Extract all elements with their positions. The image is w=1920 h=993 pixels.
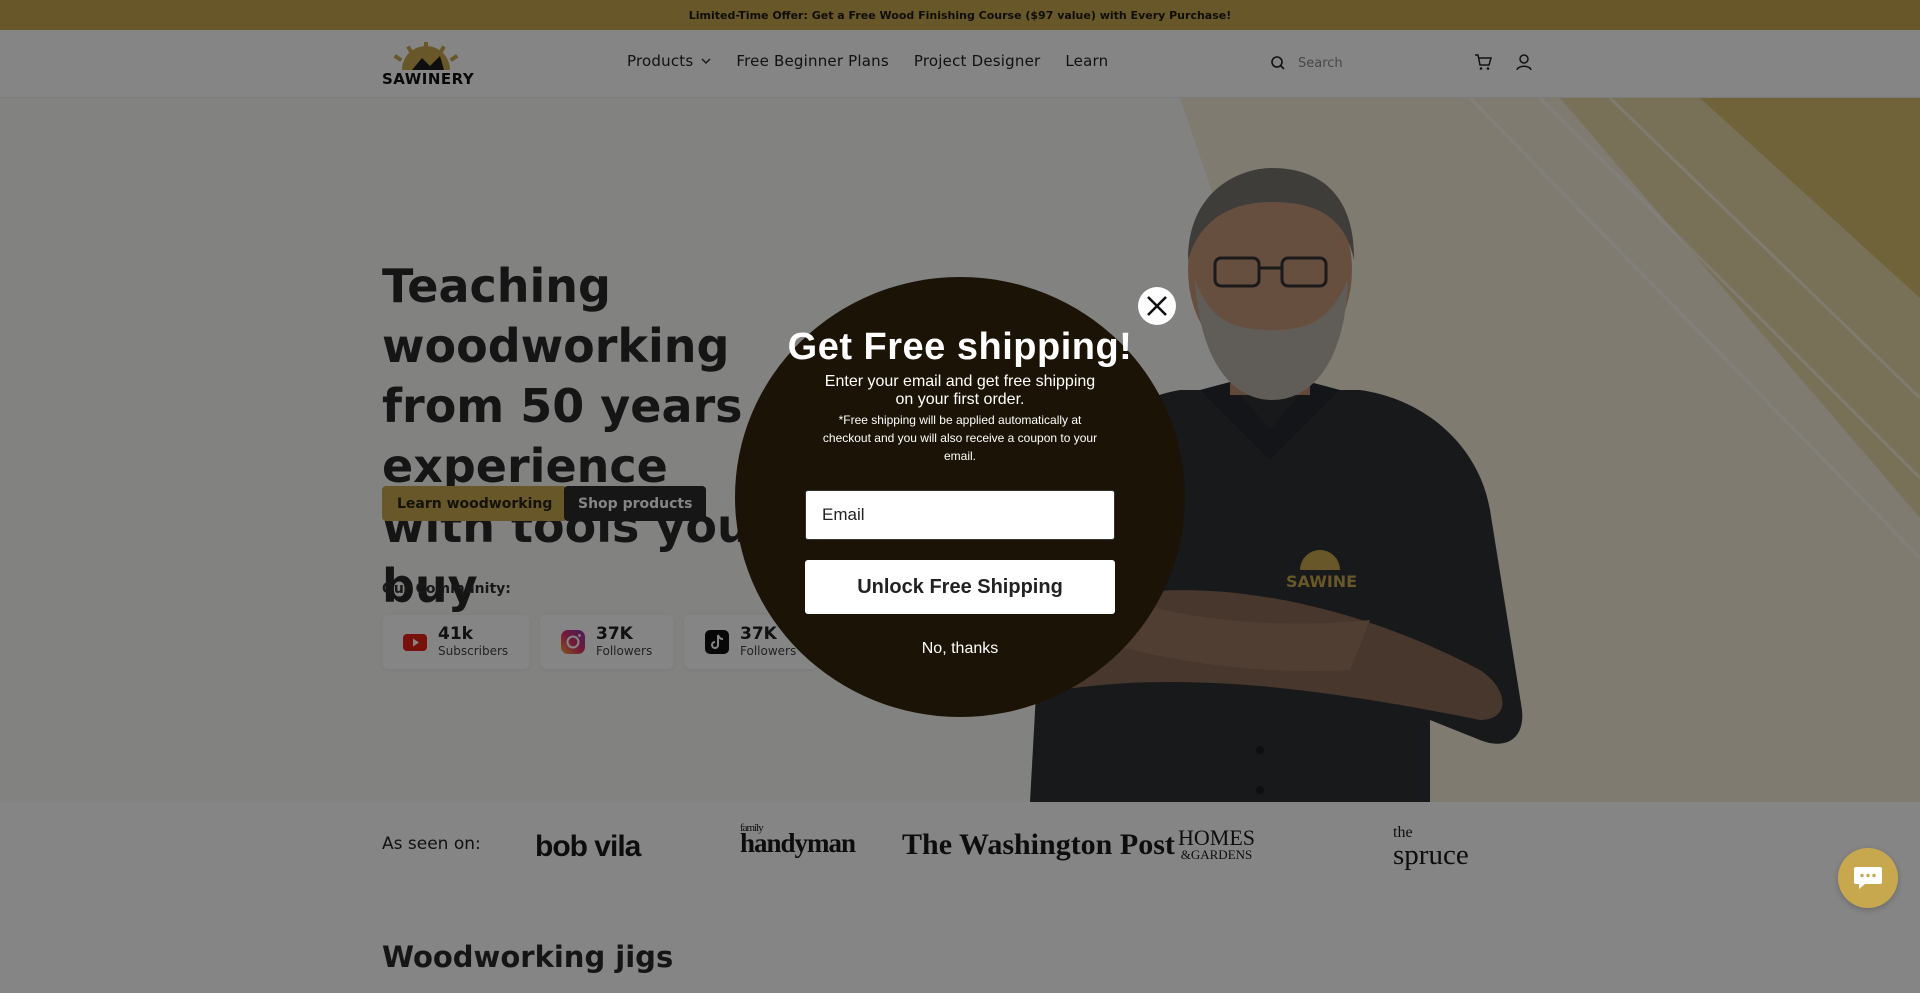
unlock-free-shipping-button[interactable]: Unlock Free Shipping (805, 560, 1115, 614)
email-field[interactable] (805, 490, 1115, 540)
chat-button[interactable] (1838, 848, 1898, 908)
close-icon (1147, 296, 1167, 316)
popup-title: Get Free shipping! (787, 326, 1133, 368)
no-thanks-button[interactable]: No, thanks (860, 640, 1060, 658)
close-popup-button[interactable] (1138, 287, 1176, 325)
popup-subtitle: Enter your email and get free shipping o… (824, 373, 1096, 408)
popup-note: *Free shipping will be applied automatic… (822, 413, 1098, 463)
chat-icon (1854, 867, 1882, 889)
